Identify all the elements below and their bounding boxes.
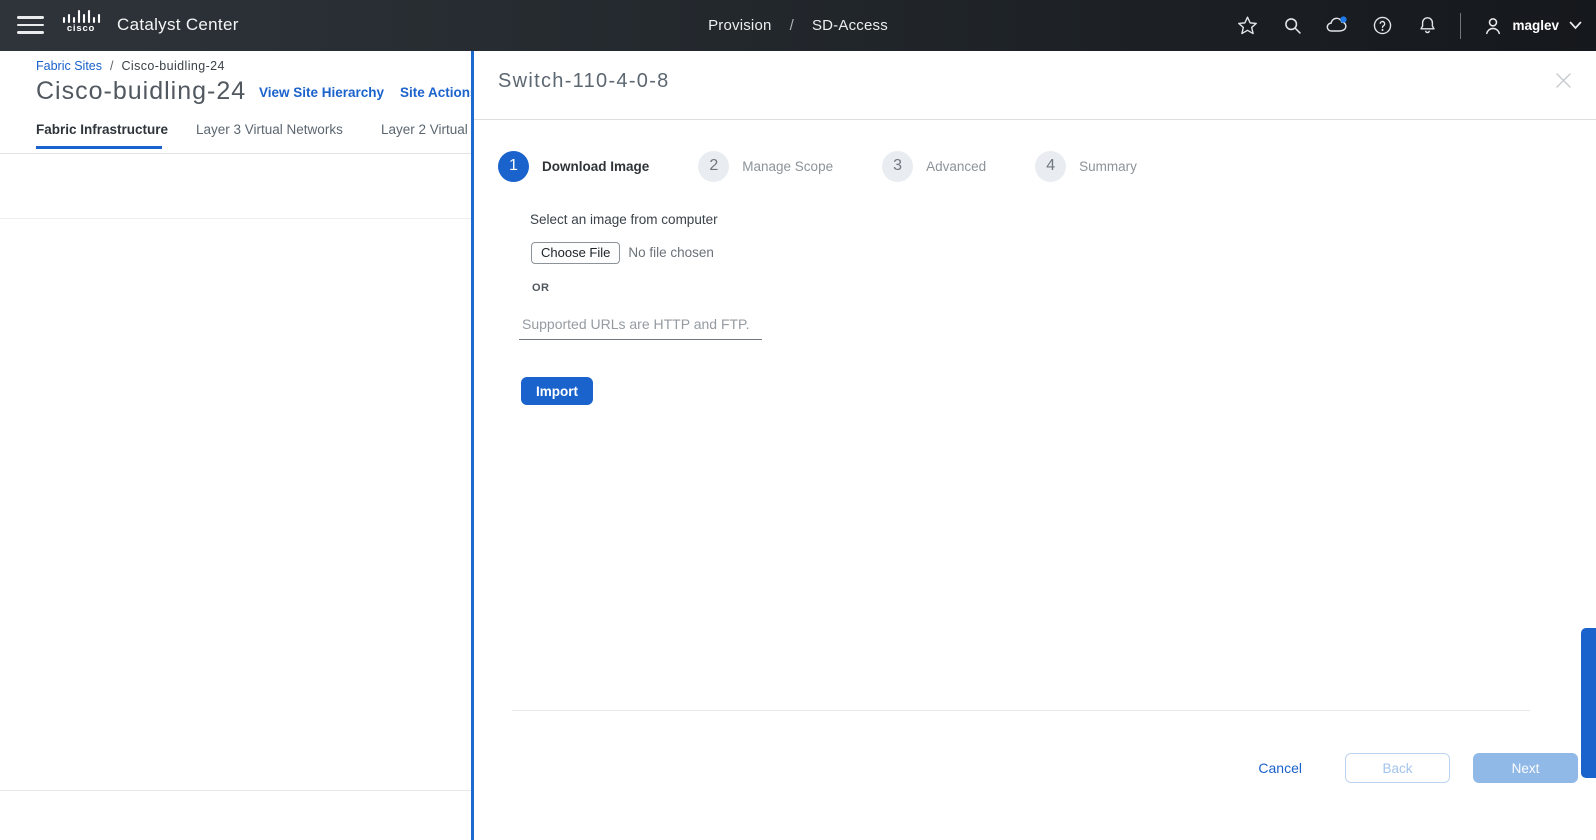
step-label: Manage Scope — [742, 158, 834, 174]
cisco-wordmark: cisco — [66, 23, 96, 34]
tab-fabric-infrastructure[interactable]: Fabric Infrastructure — [36, 122, 168, 137]
cancel-button[interactable]: Cancel — [1258, 760, 1302, 776]
step-number-badge: 3 — [882, 150, 914, 182]
active-tab-indicator — [36, 146, 162, 149]
choose-file-button[interactable]: Choose File — [531, 241, 621, 264]
step-number-badge: 4 — [1035, 150, 1067, 182]
site-actions-link[interactable]: Site Actions — [400, 85, 472, 100]
scrollbar-thumb[interactable] — [1581, 628, 1596, 778]
nav-section[interactable]: Provision — [708, 17, 772, 34]
nav-separator: / — [789, 17, 794, 34]
wizard-stepper: 1 Download Image 2 Manage Scope 3 Advanc… — [498, 150, 1137, 182]
file-status-text: No file chosen — [628, 245, 714, 260]
step-label: Advanced — [926, 158, 987, 174]
close-icon[interactable] — [1552, 69, 1574, 91]
step-advanced[interactable]: 3 Advanced — [882, 150, 987, 182]
cisco-logo: cisco — [59, 9, 103, 42]
download-image-dialog: Switch-110-4-0-8 1 Download Image 2 Mana… — [474, 51, 1596, 840]
dialog-header-divider — [474, 119, 1596, 120]
content-bottom-divider — [0, 790, 472, 791]
step-summary[interactable]: 4 Summary — [1035, 150, 1137, 182]
site-tabs: Fabric Infrastructure Layer 3 Virtual Ne… — [0, 115, 472, 153]
or-label: OR — [532, 282, 550, 294]
dialog-footer-divider — [512, 710, 1530, 711]
username-label: maglev — [1512, 18, 1559, 33]
breadcrumb-fabric-sites[interactable]: Fabric Sites — [36, 59, 102, 73]
header-actions: maglev — [1235, 0, 1596, 51]
app-header: cisco Catalyst Center Provision / SD-Acc… — [0, 0, 1596, 51]
tab-layer3-virtual-networks[interactable]: Layer 3 Virtual Networks — [196, 122, 343, 137]
app-title[interactable]: Catalyst Center — [117, 15, 239, 35]
chevron-down-icon — [1569, 21, 1582, 30]
step-label: Download Image — [542, 158, 650, 174]
view-site-hierarchy-link[interactable]: View Site Hierarchy — [259, 85, 384, 100]
step-number-badge: 1 — [498, 150, 529, 182]
cloud-status-icon[interactable] — [1325, 14, 1349, 38]
breadcrumb: Fabric Sites / Cisco-buidling-24 — [36, 59, 225, 73]
step-download-image[interactable]: 1 Download Image — [498, 150, 650, 182]
nav-page[interactable]: SD-Access — [812, 17, 888, 34]
header-divider — [1460, 12, 1462, 39]
dialog-title: Switch-110-4-0-8 — [498, 70, 670, 92]
cloud-status-dot — [1340, 16, 1348, 23]
favorites-star-icon[interactable] — [1235, 14, 1259, 38]
fabric-site-page: Fabric Sites / Cisco-buidling-24 Cisco-b… — [0, 51, 472, 840]
search-icon[interactable] — [1280, 14, 1304, 38]
next-button[interactable]: Next — [1473, 753, 1578, 783]
notifications-bell-icon[interactable] — [1415, 14, 1439, 38]
step-label: Summary — [1079, 158, 1137, 174]
user-avatar-icon — [1486, 17, 1501, 34]
catalyst-center-screen: cisco Catalyst Center Provision / SD-Acc… — [0, 0, 1596, 840]
breadcrumb-separator: / — [110, 59, 114, 73]
tab-layer2-virtual-networks[interactable]: Layer 2 Virtual Networks — [381, 122, 472, 137]
tabs-bottom-divider — [0, 153, 472, 154]
back-button[interactable]: Back — [1345, 753, 1450, 783]
select-image-label: Select an image from computer — [530, 212, 718, 227]
hamburger-menu-icon[interactable] — [17, 14, 44, 36]
user-menu[interactable]: maglev — [1482, 15, 1582, 37]
import-button[interactable]: Import — [521, 377, 593, 405]
breadcrumb-current: Cisco-buidling-24 — [121, 59, 225, 73]
content-top-divider — [0, 218, 472, 219]
image-url-input[interactable] — [519, 311, 762, 340]
step-manage-scope[interactable]: 2 Manage Scope — [698, 150, 834, 182]
page-title: Cisco-buidling-24 — [36, 77, 247, 105]
help-icon[interactable] — [1370, 14, 1394, 38]
step-number-badge: 2 — [698, 150, 730, 182]
file-input[interactable]: Choose File No file chosen — [531, 241, 714, 264]
cisco-bridge-icon — [62, 9, 101, 24]
